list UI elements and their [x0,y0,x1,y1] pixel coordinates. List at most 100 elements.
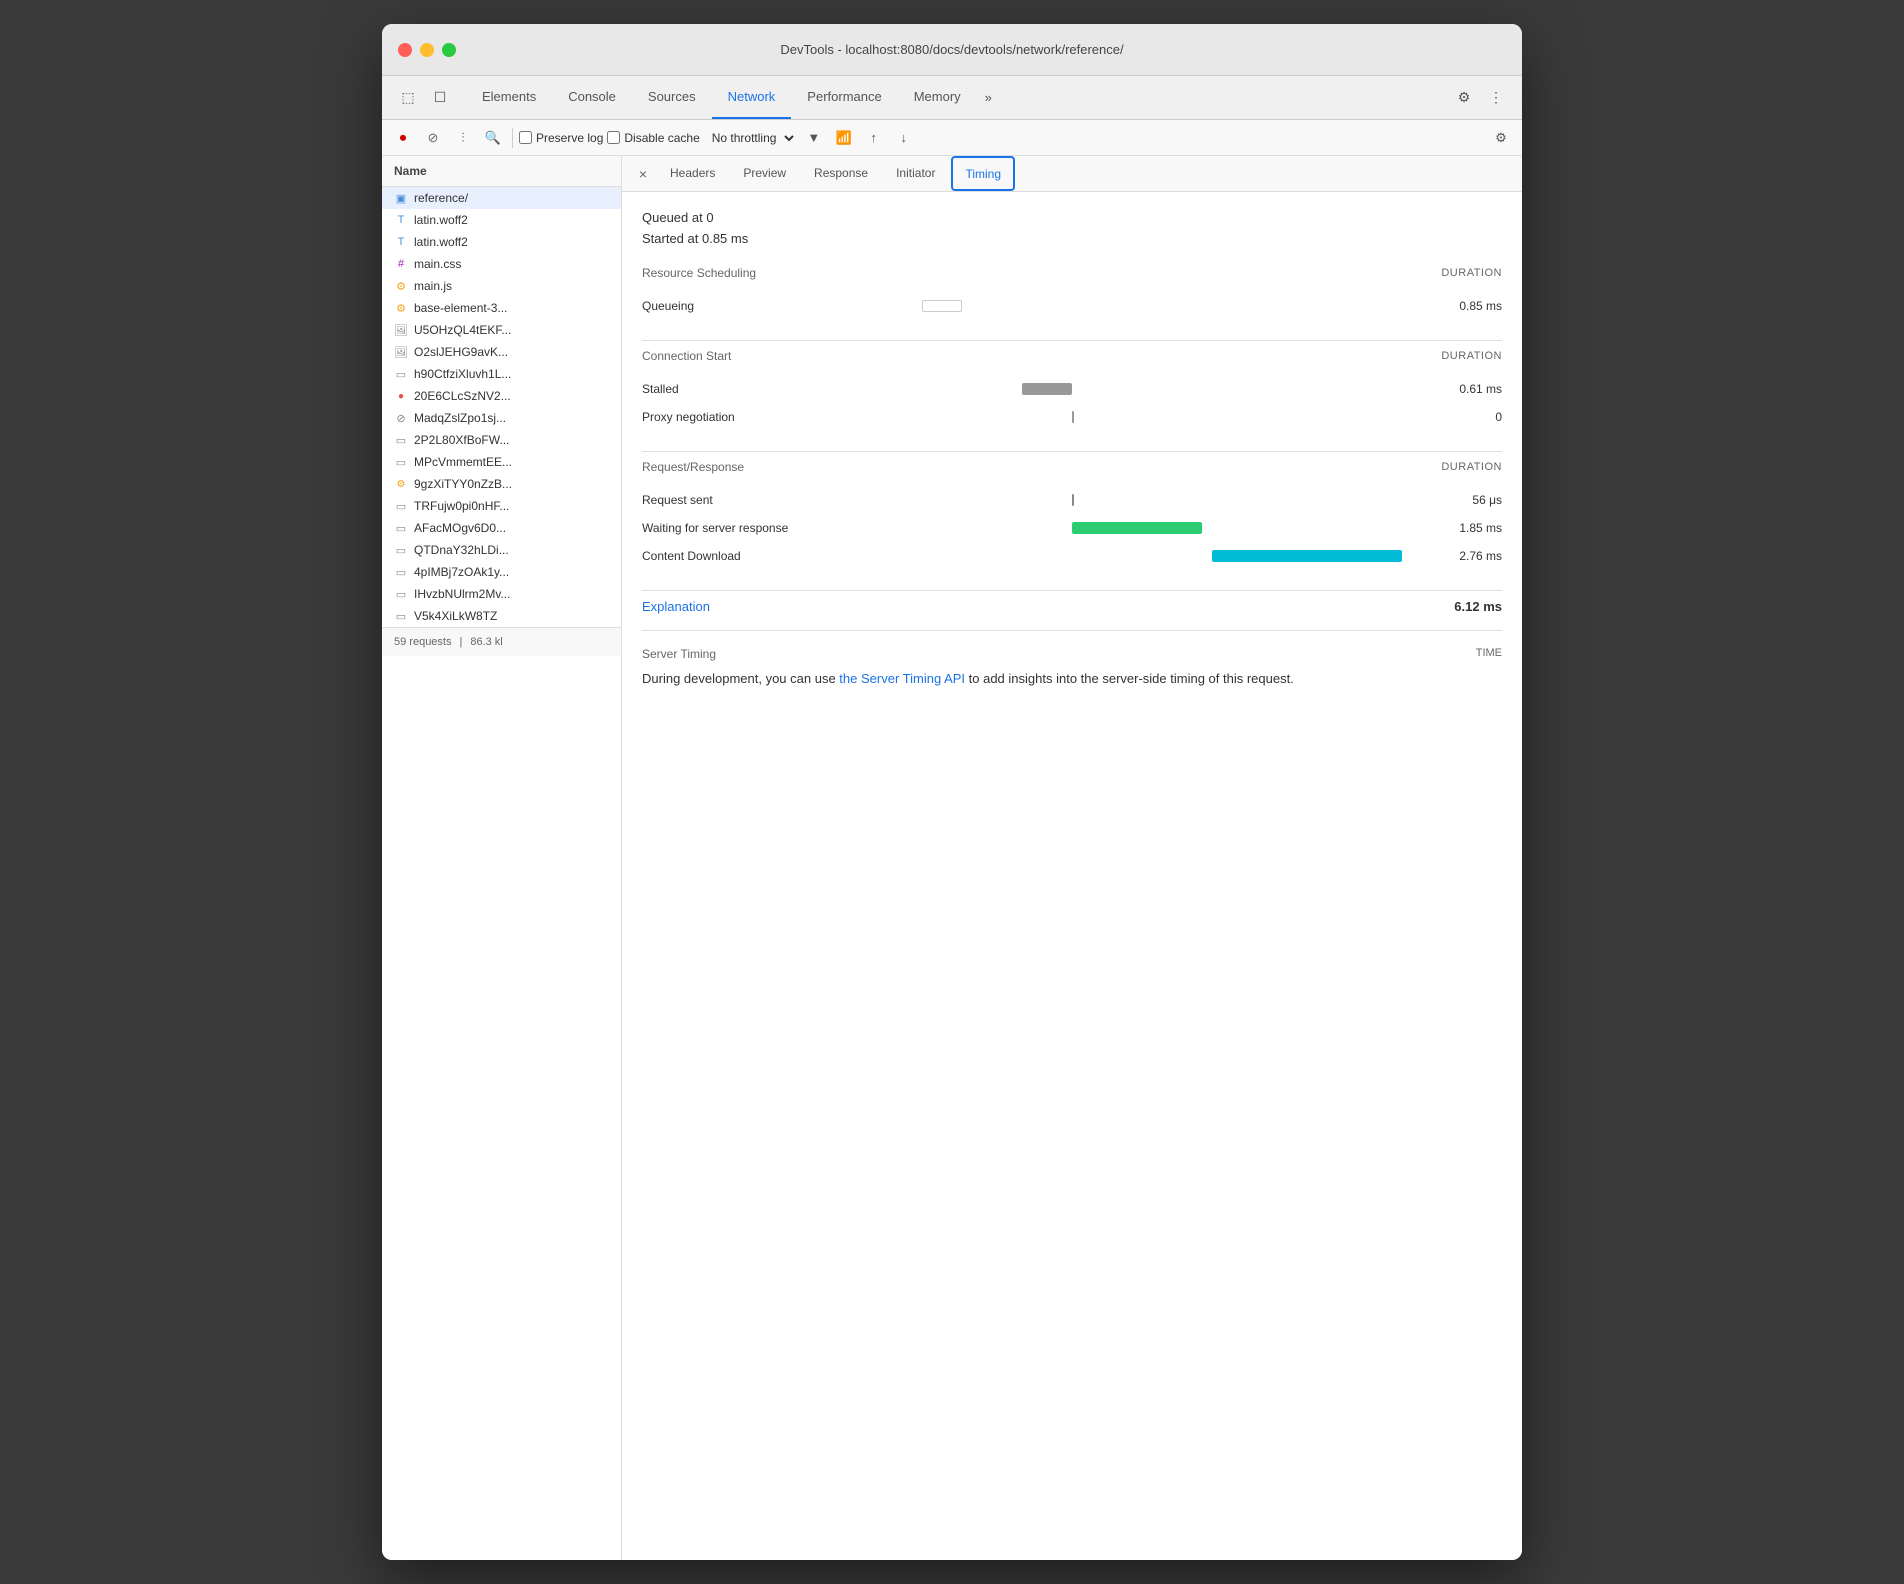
resource-scheduling-section: Resource Scheduling DURATION Queueing 0.… [642,266,1502,320]
devtools-window: DevTools - localhost:8080/docs/devtools/… [382,24,1522,1560]
timing-row-download: Content Download 2.76 ms [642,542,1502,570]
started-at: Started at 0.85 ms [642,229,1502,250]
other-icon: ▭ [394,455,408,469]
download-bar-area [822,542,1422,570]
list-item[interactable]: ▭ h90CtfziXluvh1L... [382,363,621,385]
detail-panel: × Headers Preview Response Initiator Tim… [622,156,1522,1560]
request-sent-bar-area [822,486,1422,514]
stalled-value: 0.61 ms [1422,382,1502,396]
list-item[interactable]: ▭ MPcVmmemtEE... [382,451,621,473]
other-icon: ▭ [394,565,408,579]
tab-response[interactable]: Response [800,156,882,191]
request-sent-bar [1072,494,1074,506]
list-item[interactable]: ▭ 4pIMBj7zOAk1y... [382,561,621,583]
list-item[interactable]: ▭ TRFujw0pi0nHF... [382,495,621,517]
disable-cache-checkbox[interactable] [607,131,620,144]
queued-at: Queued at 0 [642,208,1502,229]
stalled-label: Stalled [642,382,822,396]
server-timing-api-link[interactable]: the Server Timing API [839,671,965,686]
divider-1 [512,128,513,148]
list-item[interactable]: 🖼 U5OHzQL4tEKF... [382,319,621,341]
maximize-button[interactable] [442,43,456,57]
timing-header-info: Queued at 0 Started at 0.85 ms [642,208,1502,250]
sidebar-header: Name [382,156,621,187]
filter-icon[interactable]: ⫶ [450,125,476,151]
other-icon: ⊘ [394,411,408,425]
timing-row-proxy: Proxy negotiation 0 [642,403,1502,431]
disable-cache-label[interactable]: Disable cache [607,131,699,145]
list-item[interactable]: ⚙ base-element-3... [382,297,621,319]
tab-initiator[interactable]: Initiator [882,156,949,191]
search-icon[interactable]: 🔍 [480,125,506,151]
tab-performance[interactable]: Performance [791,76,897,119]
list-item[interactable]: ▭ AFacMOgv6D0... [382,517,621,539]
list-item[interactable]: ▭ IHvzbNUlrm2Mv... [382,583,621,605]
list-item[interactable]: ⚙ main.js [382,275,621,297]
throttle-dropdown-icon[interactable]: ▼ [801,125,827,151]
resource-scheduling-header: Resource Scheduling DURATION [642,266,1502,284]
devtools-tabs-bar: ⬚ ☐ Elements Console Sources Network Per… [382,76,1522,120]
connection-start-title: Connection Start [642,349,731,363]
tab-network[interactable]: Network [712,76,792,119]
clear-button[interactable]: ⊘ [420,125,446,151]
tab-actions: ⚙ ⋮ [1450,84,1510,112]
panel-close-button[interactable]: × [630,161,656,187]
server-timing-col: TIME [1476,647,1502,661]
list-item[interactable]: 🖼 O2slJEHG9avK... [382,341,621,363]
server-timing-text-before: During development, you can use [642,671,839,686]
list-item[interactable]: ⊘ MadqZslZpo1sj... [382,407,621,429]
divider-3 [642,590,1502,591]
sidebar-footer: 59 requests | 86.3 kl [382,627,621,656]
inspect-icon[interactable]: ⬚ [394,84,422,112]
tab-headers[interactable]: Headers [656,156,729,191]
waiting-bar-area [822,514,1422,542]
close-button[interactable] [398,43,412,57]
list-item[interactable]: # main.css [382,253,621,275]
list-item[interactable]: ▭ 2P2L80XfBoFW... [382,429,621,451]
device-icon[interactable]: ☐ [426,84,454,112]
tab-elements[interactable]: Elements [466,76,552,119]
settings-icon[interactable]: ⚙ [1450,84,1478,112]
list-item[interactable]: ▭ QTDnaY32hLDi... [382,539,621,561]
throttle-select[interactable]: No throttling [704,128,797,148]
server-timing-header: Server Timing TIME [642,647,1502,661]
server-timing-section: Server Timing TIME During development, y… [642,647,1502,690]
panel-tabs: × Headers Preview Response Initiator Tim… [622,156,1522,192]
tab-memory[interactable]: Memory [898,76,977,119]
tab-preview[interactable]: Preview [729,156,800,191]
divider-1 [642,340,1502,341]
download-icon[interactable]: ↓ [891,125,917,151]
tab-more[interactable]: » [977,90,1000,105]
list-item[interactable]: ▣ reference/ [382,187,621,209]
js-icon: ⚙ [394,279,408,293]
other-icon: ▭ [394,499,408,513]
minimize-button[interactable] [420,43,434,57]
proxy-bar [1072,411,1074,423]
more-icon[interactable]: ⋮ [1482,84,1510,112]
tab-sources[interactable]: Sources [632,76,712,119]
request-response-section: Request/Response DURATION Request sent 5… [642,460,1502,570]
img-icon: 🖼 [394,323,408,337]
preserve-log-checkbox[interactable] [519,131,532,144]
upload-icon[interactable]: ↑ [861,125,887,151]
other-icon: ▭ [394,587,408,601]
list-item[interactable]: ⚙ 9gzXiTYY0nZzB... [382,473,621,495]
list-item[interactable]: T latin.woff2 [382,209,621,231]
settings-icon-toolbar[interactable]: ⚙ [1488,125,1514,151]
tab-timing[interactable]: Timing [951,156,1015,191]
list-item[interactable]: T latin.woff2 [382,231,621,253]
list-item[interactable]: ▭ V5k4XiLkW8TZ [382,605,621,627]
list-item[interactable]: ● 20E6CLcSzNV2... [382,385,621,407]
img-icon: ● [394,389,408,403]
wifi-icon[interactable]: 📶 [831,125,857,151]
server-timing-body: During development, you can use the Serv… [642,669,1502,690]
panel-content: Queued at 0 Started at 0.85 ms Resource … [622,192,1522,1560]
record-button[interactable]: ⏺ [390,125,416,151]
preserve-log-label[interactable]: Preserve log [519,131,603,145]
tab-console[interactable]: Console [552,76,632,119]
waiting-value: 1.85 ms [1422,521,1502,535]
main-content: Name ▣ reference/ T latin.woff2 T latin.… [382,156,1522,1560]
network-toolbar: ⏺ ⊘ ⫶ 🔍 Preserve log Disable cache No th… [382,120,1522,156]
sidebar-divider: | [459,636,462,648]
explanation-link[interactable]: Explanation [642,599,710,614]
